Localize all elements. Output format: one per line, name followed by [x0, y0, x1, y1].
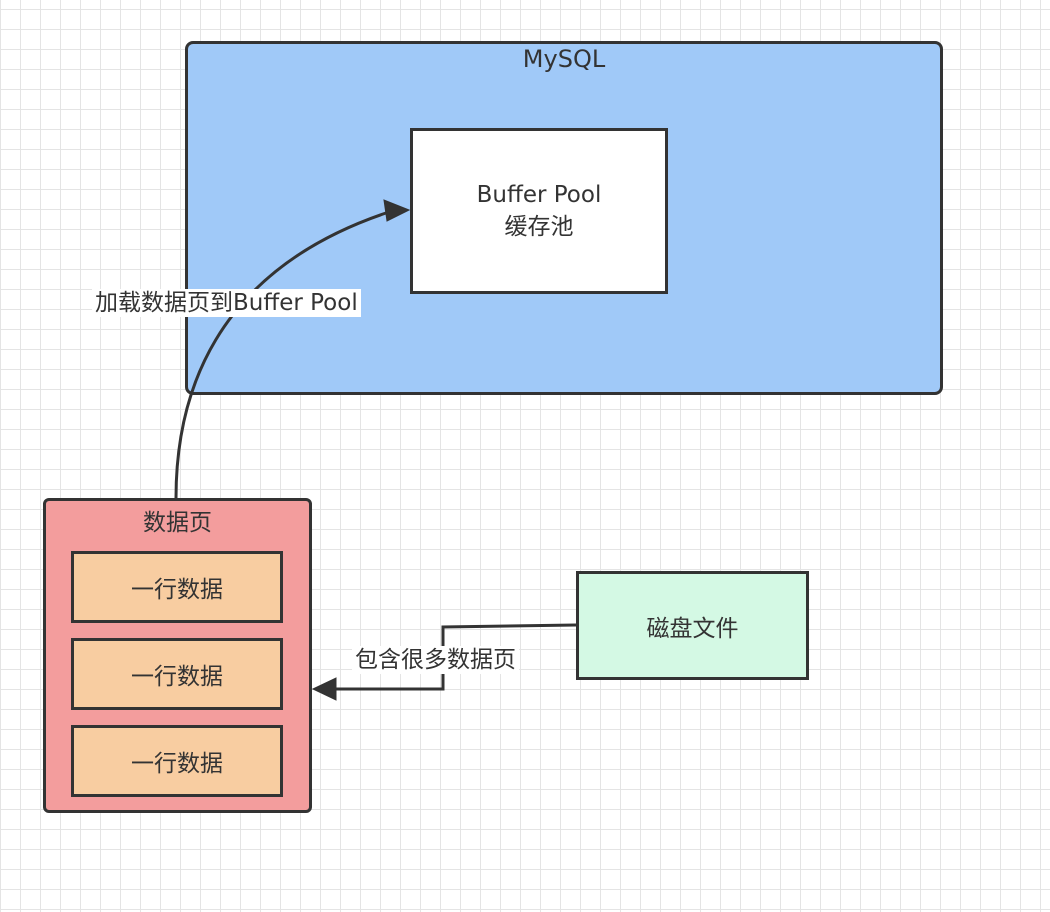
load-edge-label: 加载数据页到Buffer Pool	[92, 289, 361, 317]
contains-edge-label: 包含很多数据页	[352, 646, 519, 674]
connectors-layer	[174, 199, 577, 701]
contains-edge-arrowhead	[311, 677, 337, 701]
load-edge-arrowhead	[383, 199, 411, 222]
load-edge-line[interactable]	[174, 209, 393, 499]
